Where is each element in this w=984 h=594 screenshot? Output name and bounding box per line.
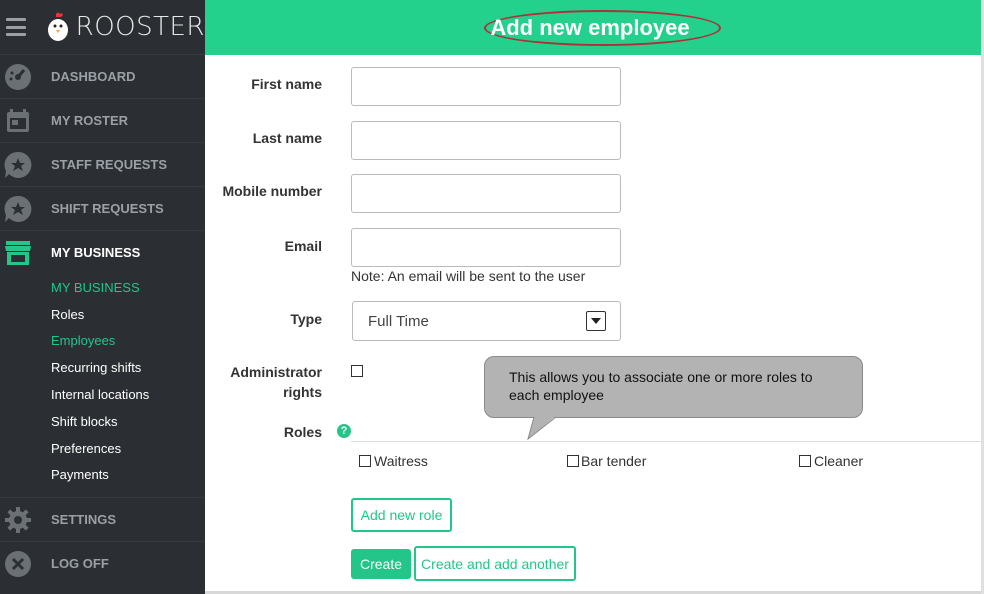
nav-label: SHIFT REQUESTS [51,201,164,216]
add-new-role-button[interactable]: Add new role [351,498,452,532]
hamburger-menu-icon[interactable] [6,18,26,36]
type-label: Type [290,311,322,327]
tooltip-pointer [527,416,557,440]
nav-log-off[interactable]: LOG OFF [0,541,205,585]
rooster-logo-icon [46,12,70,42]
nav-label: MY ROSTER [51,113,129,128]
last-name-label: Last name [252,130,322,146]
nav-label: MY BUSINESS [51,245,141,260]
subnav-preferences[interactable]: Preferences [51,435,205,462]
dashboard-gauge-icon [3,62,33,92]
subnav-payments[interactable]: Payments [51,462,205,489]
role-label-waitress: Waitress [374,453,428,469]
subnav-internal-locations[interactable]: Internal locations [51,381,205,408]
create-and-add-another-button[interactable]: Create and add another [414,546,576,581]
last-name-input[interactable] [351,121,621,160]
star-chat-icon [3,150,33,180]
roles-label: Roles [283,424,322,440]
subnav-roles[interactable]: Roles [51,301,205,328]
admin-rights-label-2: rights [283,384,322,400]
email-label: Email [284,238,322,254]
type-select-value: Full Time [368,312,429,330]
close-circle-icon [3,549,33,579]
gear-icon [3,505,33,535]
nav-staff-requests[interactable]: STAFF REQUESTS [0,142,205,186]
first-name-input[interactable] [351,67,621,106]
subnav-employees[interactable]: Employees [51,328,205,355]
create-button[interactable]: Create [351,549,411,579]
nav-shift-requests[interactable]: SHIFT REQUESTS [0,186,205,230]
subnav-recurring-shifts[interactable]: Recurring shifts [51,354,205,381]
nav-my-roster[interactable]: MY ROSTER [0,98,205,142]
mobile-number-label: Mobile number [222,183,322,199]
roles-tooltip: This allows you to associate one or more… [484,356,863,418]
nav-label: LOG OFF [51,556,109,572]
role-label-cleaner: Cleaner [814,453,864,469]
type-select[interactable]: Full Time [352,301,621,341]
role-checkbox-cleaner[interactable] [799,455,811,467]
sidebar: ROOSTER DASHBOARD MY ROSTER STAFF REQUES… [0,0,205,594]
nav-label: STAFF REQUESTS [51,157,168,172]
nav-label: DASHBOARD [51,69,136,84]
calendar-icon [3,106,33,136]
nav-dashboard[interactable]: DASHBOARD [0,54,205,98]
help-icon[interactable]: ? [337,424,351,438]
nav-my-business[interactable]: MY BUSINESS [0,230,205,274]
role-checkbox-waitress[interactable] [359,455,371,467]
nav-settings[interactable]: SETTINGS [0,497,205,541]
first-name-label: First name [251,76,322,92]
brand-bar: ROOSTER [0,0,205,54]
page-header: Add new employee [205,0,981,55]
admin-rights-checkbox[interactable] [351,365,363,377]
subnav-my-business[interactable]: MY BUSINESS [51,274,205,301]
brand-name: ROOSTER [75,12,205,42]
app-window: ROOSTER DASHBOARD MY ROSTER STAFF REQUES… [0,0,984,594]
email-input[interactable] [351,228,621,267]
chevron-down-icon[interactable] [586,311,606,331]
star-chat-icon [3,194,33,224]
storefront-icon [3,238,33,268]
role-checkbox-bar-tender[interactable] [567,455,579,467]
mobile-number-input[interactable] [351,174,621,213]
admin-rights-label: Administrator [230,364,322,380]
subnav-shift-blocks[interactable]: Shift blocks [51,408,205,435]
divider [351,441,981,442]
page-title: Add new employee [490,14,690,40]
role-label-bar-tender: Bar tender [581,453,647,469]
my-business-submenu: MY BUSINESS Roles Employees Recurring sh… [0,274,205,488]
nav-label: SETTINGS [51,512,117,528]
email-note: Note: An email will be sent to the user [351,268,586,284]
